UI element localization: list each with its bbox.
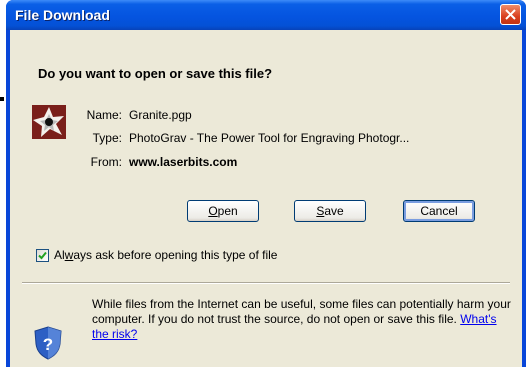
open-mnemonic: O bbox=[208, 204, 218, 218]
always-ask-checkbox[interactable] bbox=[36, 249, 49, 262]
save-button[interactable]: Save bbox=[294, 200, 366, 222]
name-value: Granite.pgp bbox=[129, 108, 192, 122]
name-label: Name: bbox=[86, 108, 122, 122]
open-label: pen bbox=[217, 204, 238, 218]
separator bbox=[22, 282, 510, 284]
photograv-file-icon bbox=[32, 105, 66, 139]
save-label: ave bbox=[324, 204, 344, 218]
title-bar[interactable]: File Download bbox=[6, 0, 526, 30]
cancel-label: Cancel bbox=[420, 204, 458, 218]
svg-text:?: ? bbox=[43, 335, 53, 354]
type-label: Type: bbox=[92, 131, 122, 145]
cancel-button[interactable]: Cancel bbox=[403, 200, 475, 222]
dialog-body: Do you want to open or save this file? N… bbox=[10, 30, 522, 367]
from-value: www.laserbits.com bbox=[129, 155, 238, 169]
window-title: File Download bbox=[15, 7, 110, 23]
warning-message: While files from the Internet can be use… bbox=[92, 297, 512, 342]
file-download-dialog: File Download Do you want to open or sav… bbox=[6, 0, 526, 367]
open-button[interactable]: Open bbox=[187, 200, 259, 222]
warning-text: While files from the Internet can be use… bbox=[92, 297, 511, 326]
close-icon bbox=[505, 9, 516, 20]
from-label: From: bbox=[90, 155, 122, 169]
close-button[interactable] bbox=[500, 4, 521, 25]
shield-question-icon: ? bbox=[34, 326, 62, 360]
always-ask-label[interactable]: Always ask before opening this type of f… bbox=[54, 248, 277, 262]
always-ask-label-rest: ays ask before opening this type of file bbox=[73, 248, 278, 262]
always-ask-label-prefix: Al bbox=[54, 248, 65, 262]
checkmark-icon bbox=[38, 251, 47, 260]
type-value: PhotoGrav - The Power Tool for Engraving… bbox=[129, 131, 410, 145]
stray-mark bbox=[0, 97, 4, 101]
dialog-question: Do you want to open or save this file? bbox=[38, 66, 273, 81]
